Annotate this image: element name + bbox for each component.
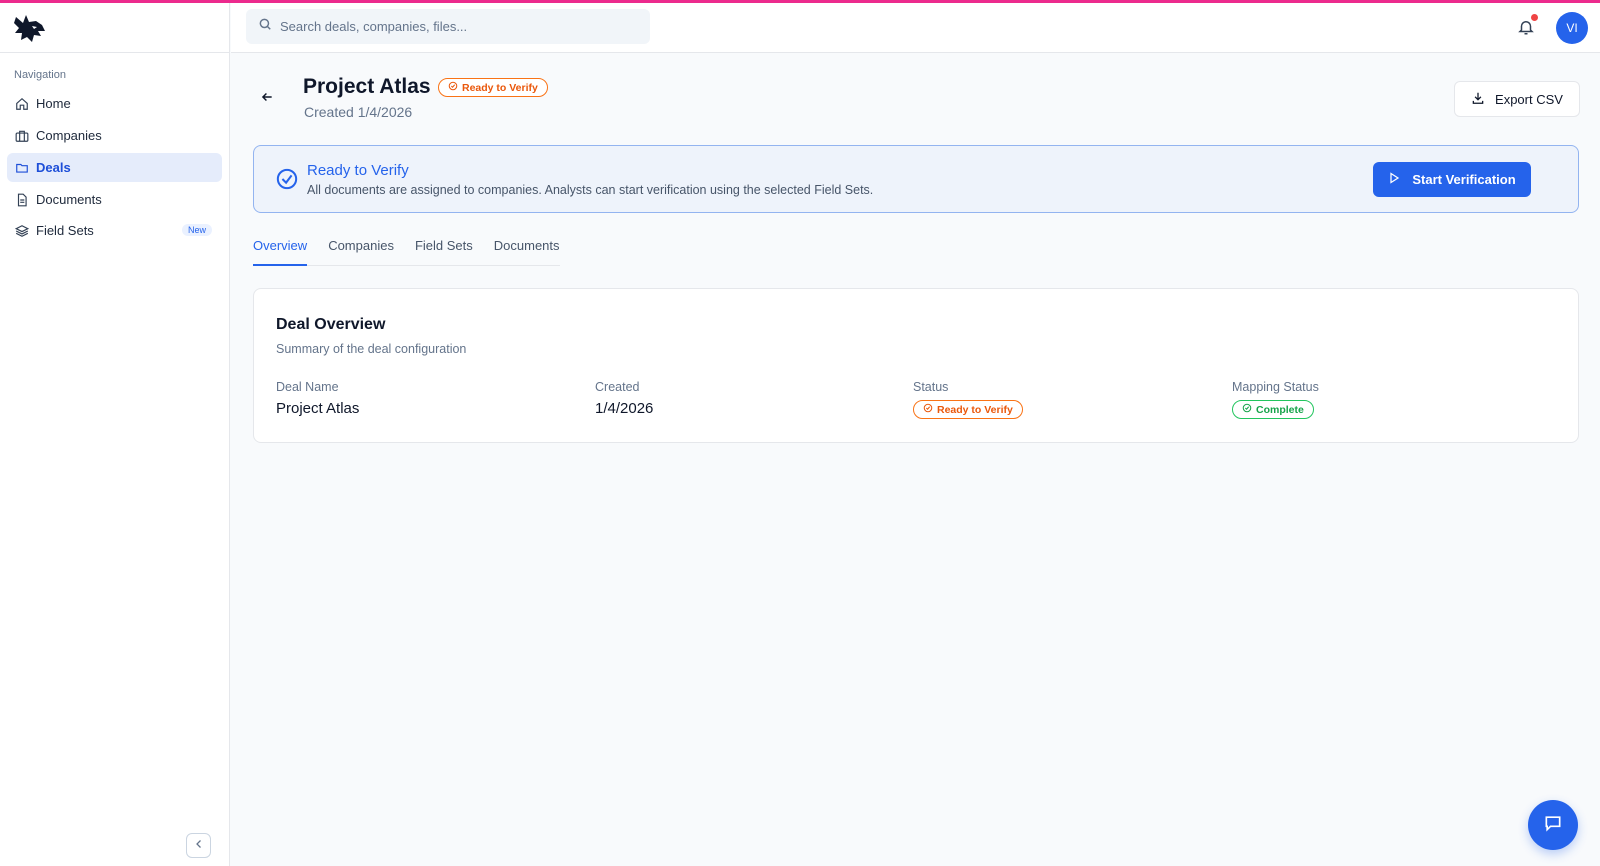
export-csv-button[interactable]: Export CSV — [1454, 81, 1580, 117]
mapping-status-label: Complete — [1256, 403, 1304, 416]
page-title: Project Atlas — [303, 75, 431, 98]
download-icon — [1471, 91, 1485, 108]
alert-text: All documents are assigned to companies.… — [307, 183, 874, 197]
search-box[interactable] — [246, 9, 650, 44]
start-verification-label: Start Verification — [1412, 172, 1516, 187]
field-label: Mapping Status — [1232, 380, 1319, 394]
created-date: Created 1/4/2026 — [304, 104, 413, 120]
new-badge: New — [181, 224, 212, 236]
sidebar-item-companies[interactable]: Companies — [7, 121, 222, 150]
check-circle-icon — [448, 81, 458, 94]
field-deal-name: Deal Name Project Atlas — [276, 380, 359, 417]
tab-overview[interactable]: Overview — [253, 236, 308, 266]
check-circle-icon — [276, 168, 298, 190]
sidebar-item-deals[interactable]: Deals — [7, 153, 222, 182]
export-csv-label: Export CSV — [1495, 91, 1563, 107]
search-input[interactable] — [280, 19, 640, 34]
card-subtitle: Summary of the deal configuration — [276, 342, 467, 356]
field-created: Created 1/4/2026 — [595, 380, 653, 417]
briefcase-icon — [15, 129, 29, 143]
play-icon — [1388, 172, 1400, 187]
main-content: Project Atlas Ready to Verify Created 1/… — [231, 53, 1600, 866]
nav-heading: Navigation — [14, 69, 66, 81]
chat-button[interactable] — [1528, 800, 1578, 850]
field-mapping-status: Mapping Status Complete — [1232, 380, 1319, 419]
home-icon — [15, 97, 29, 111]
sidebar-item-label: Deals — [36, 160, 71, 175]
chat-bubble-icon — [1543, 813, 1563, 838]
sidebar-header-divider — [0, 52, 230, 53]
field-label: Status — [913, 380, 949, 394]
document-icon — [15, 193, 29, 207]
sidebar-item-label: Documents — [36, 192, 102, 207]
tab-documents[interactable]: Documents — [494, 236, 560, 266]
status-badge-label: Ready to Verify — [462, 81, 538, 94]
tabs: Overview Companies Field Sets Documents — [253, 236, 560, 266]
field-label: Created — [595, 380, 640, 394]
sidebar-item-field-sets[interactable]: Field Sets New — [7, 216, 222, 245]
back-button[interactable] — [257, 89, 277, 109]
sidebar-item-label: Home — [36, 96, 71, 111]
topbar: VI — [231, 3, 1600, 53]
ready-alert: Ready to Verify All documents are assign… — [253, 145, 1579, 213]
card-title: Deal Overview — [276, 316, 386, 333]
collapse-sidebar-button[interactable] — [186, 833, 211, 858]
sidebar: Navigation Home Companies Deals Document… — [0, 3, 230, 866]
sidebar-item-documents[interactable]: Documents — [7, 185, 222, 214]
wolf-logo-icon[interactable] — [12, 11, 48, 47]
field-status: Status Ready to Verify — [913, 380, 1023, 419]
arrow-left-icon — [260, 90, 274, 109]
folder-icon — [15, 161, 29, 175]
field-value: Project Atlas — [276, 400, 360, 417]
layers-icon — [15, 224, 29, 238]
check-circle-icon — [923, 403, 933, 416]
notification-dot — [1531, 14, 1538, 21]
check-circle-icon — [1242, 403, 1252, 416]
sidebar-item-home[interactable]: Home — [7, 89, 222, 118]
alert-title: Ready to Verify — [307, 162, 409, 179]
sidebar-item-label: Field Sets — [36, 223, 94, 238]
search-icon — [258, 17, 272, 36]
field-label: Deal Name — [276, 380, 339, 394]
status-badge: Ready to Verify — [913, 400, 1023, 419]
mapping-status-badge: Complete — [1232, 400, 1314, 419]
field-value: 1/4/2026 — [595, 400, 654, 417]
avatar[interactable]: VI — [1556, 12, 1588, 44]
status-badge: Ready to Verify — [438, 78, 548, 97]
tab-companies[interactable]: Companies — [328, 236, 394, 266]
start-verification-button[interactable]: Start Verification — [1373, 162, 1531, 197]
status-badge-label: Ready to Verify — [937, 403, 1013, 416]
chevron-left-icon — [193, 837, 205, 855]
sidebar-item-label: Companies — [36, 128, 102, 143]
deal-overview-card: Deal Overview Summary of the deal config… — [253, 288, 1579, 443]
tab-field-sets[interactable]: Field Sets — [415, 236, 473, 266]
